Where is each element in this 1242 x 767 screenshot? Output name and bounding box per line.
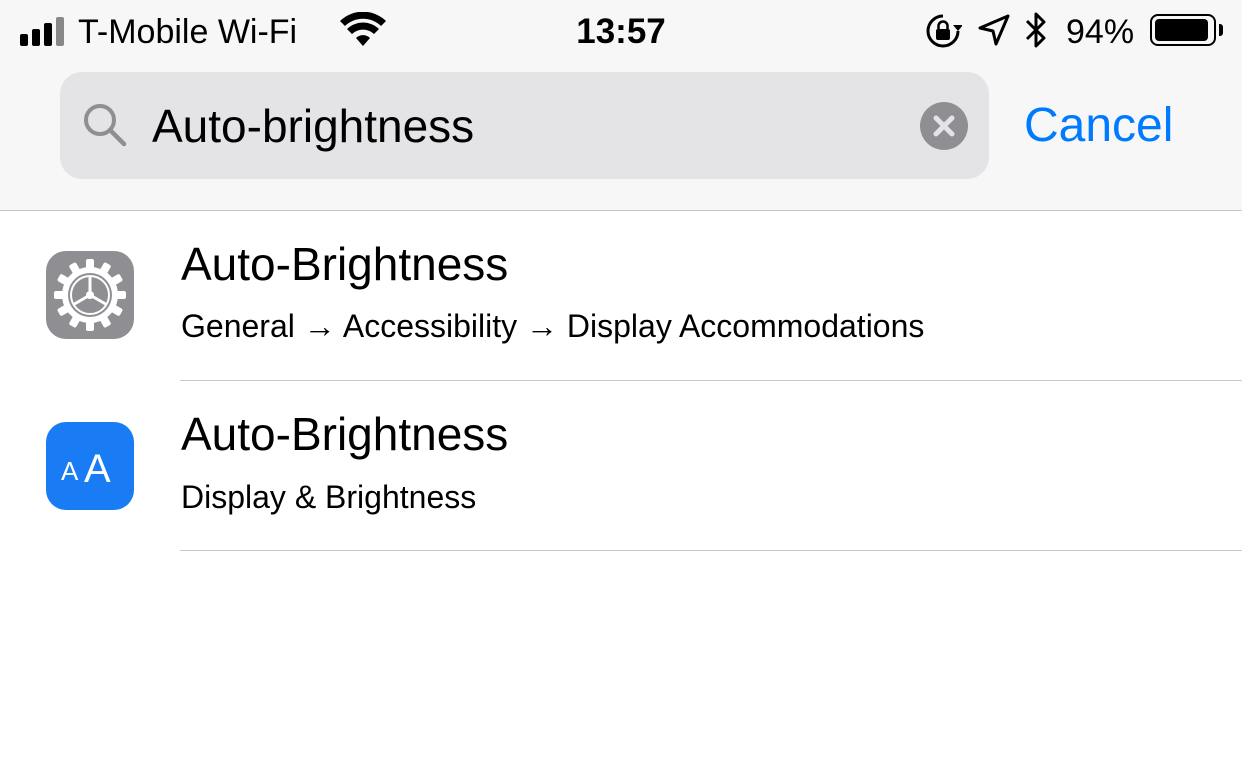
status-time: 13:57 — [576, 12, 666, 51]
display-brightness-icon: A A — [46, 422, 134, 510]
cancel-button[interactable]: Cancel — [1024, 98, 1173, 154]
search-header: T-Mobile Wi-Fi 13:57 94% Auto-brightness… — [0, 0, 1242, 211]
battery-icon — [1150, 14, 1216, 46]
battery-percent: 94% — [1066, 13, 1135, 51]
result-path: Display & Brightness — [181, 479, 477, 515]
battery-level-fill — [1155, 19, 1208, 41]
status-bar: T-Mobile Wi-Fi 13:57 94% — [0, 0, 1242, 62]
search-input[interactable]: Auto-brightness — [60, 72, 989, 179]
svg-text:A: A — [61, 456, 79, 486]
result-title: Auto-Brightness — [181, 408, 509, 460]
close-icon — [933, 115, 955, 137]
battery-cap — [1219, 24, 1223, 36]
bluetooth-icon — [1025, 12, 1046, 48]
search-query-text[interactable]: Auto-brightness — [152, 100, 474, 152]
search-result-item[interactable]: A A Auto-Brightness Display & Brightness — [0, 381, 1242, 551]
search-icon — [84, 104, 127, 147]
settings-gear-icon — [46, 251, 134, 339]
row-separator — [180, 550, 1242, 551]
result-title: Auto-Brightness — [181, 238, 509, 290]
clear-search-button[interactable] — [920, 102, 968, 150]
location-icon — [978, 14, 1010, 46]
result-path: General → Accessibility → Display Accomm… — [181, 308, 925, 344]
search-result-item[interactable]: Auto-Brightness General → Accessibility … — [0, 211, 1242, 381]
svg-text:A: A — [84, 447, 111, 491]
rotation-lock-icon — [926, 14, 962, 48]
